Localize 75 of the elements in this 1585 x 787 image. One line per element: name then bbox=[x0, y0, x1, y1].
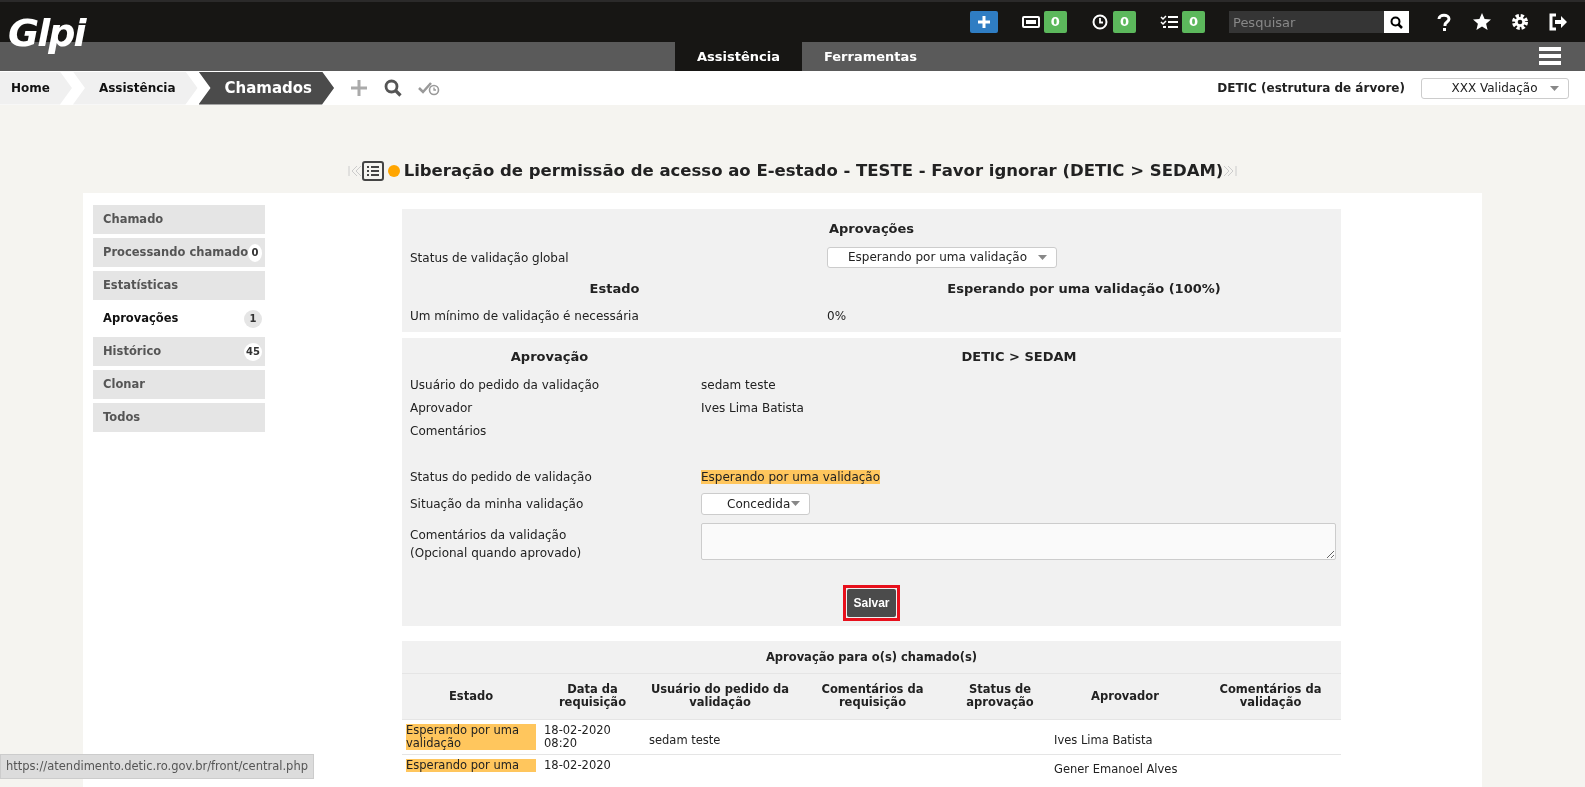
table-cell: 18-02-2020 bbox=[544, 758, 611, 773]
column-header: Aprovador bbox=[1050, 673, 1200, 720]
sidebar-tab[interactable]: Histórico 45 bbox=[93, 337, 265, 366]
field-label: Usuário do pedido da validação bbox=[410, 378, 600, 392]
logo[interactable]: Glpi bbox=[8, 14, 85, 52]
tab-count: 1 bbox=[244, 309, 262, 328]
field-hint: (Opcional quando aprovado) bbox=[410, 544, 583, 562]
status-dot-icon bbox=[386, 164, 401, 178]
validation-select[interactable]: Concedida bbox=[701, 492, 810, 515]
status-highlight: Esperando por uma bbox=[406, 759, 536, 773]
sidebar-tab[interactable]: Processando chamado 0 bbox=[93, 238, 265, 267]
field-label: Um mínimo de validação é necessária bbox=[410, 309, 639, 323]
column-header: Estado bbox=[402, 673, 540, 720]
save-button[interactable]: Salvar bbox=[847, 588, 896, 617]
table-cell: Gener Emanoel Alves bbox=[1054, 762, 1178, 777]
sidebar-tab[interactable]: Chamado bbox=[93, 205, 265, 234]
column-header: Comentários da validação bbox=[1200, 673, 1341, 720]
field-value: Ives Lima Batista bbox=[701, 401, 804, 415]
search-icon[interactable] bbox=[384, 79, 403, 97]
breadcrumb-link[interactable]: Home bbox=[0, 71, 72, 105]
table-cell: sedam teste bbox=[649, 732, 721, 747]
add-button[interactable] bbox=[969, 11, 998, 33]
status-highlight: Esperando por uma validação bbox=[701, 469, 881, 484]
profile-select[interactable]: XXX Validação bbox=[1421, 77, 1569, 99]
field-label: Status de validação global bbox=[410, 250, 569, 265]
clock-icon[interactable] bbox=[1090, 14, 1109, 30]
column-header: Usuário do pedido da validação bbox=[645, 673, 795, 720]
menu-icon[interactable] bbox=[1539, 47, 1561, 65]
ticket-title: Liberação de permissão de acesso ao E-estado - TESTE - Favor ignorar (DETIC > SEDAM) bbox=[403, 159, 1224, 182]
comment-field[interactable] bbox=[701, 522, 1336, 560]
entity-label: DETIC (estrutura de árvore) bbox=[1217, 80, 1405, 97]
field-label: Comentários bbox=[410, 424, 487, 438]
table-cell: 18-02-2020 08:20 bbox=[544, 722, 611, 750]
column-header: Data da requisição bbox=[540, 673, 645, 720]
field-value: 0% bbox=[827, 309, 847, 323]
logout-icon[interactable] bbox=[1548, 12, 1568, 32]
search-button[interactable] bbox=[1384, 11, 1409, 33]
settings-icon[interactable] bbox=[1510, 12, 1530, 32]
field-label: Aprovador bbox=[410, 401, 473, 415]
field-value: sedam teste bbox=[701, 378, 776, 392]
caret-icon bbox=[791, 500, 800, 506]
table-cell: Ives Lima Batista bbox=[1054, 732, 1153, 747]
menu-tab[interactable]: Assistência bbox=[675, 42, 802, 71]
breadcrumb-link[interactable]: Assistência bbox=[72, 71, 198, 105]
section-heading: Aprovações bbox=[827, 220, 916, 238]
caret-icon bbox=[1038, 255, 1047, 260]
column-heading: Estado bbox=[589, 280, 640, 296]
search-icon bbox=[1390, 15, 1403, 29]
ticket-icon[interactable] bbox=[1021, 14, 1040, 30]
status-highlight: Esperando por uma validação bbox=[406, 723, 536, 751]
field-label: Status do pedido de validação bbox=[410, 469, 592, 484]
plus-icon bbox=[976, 15, 991, 29]
status-url: https://atendimento.detic.ro.gov.br/front/central.php bbox=[0, 753, 314, 779]
field-label: Comentários da validação bbox=[410, 526, 568, 544]
sidebar-tab[interactable]: Clonar bbox=[93, 370, 265, 399]
field-label: Situação da minha validação bbox=[410, 496, 584, 511]
column-header: Comentários da requisição bbox=[795, 673, 950, 720]
sidebar-tab[interactable]: Estatísticas bbox=[93, 271, 265, 300]
section-heading: DETIC > SEDAM bbox=[961, 349, 1077, 364]
caret-icon bbox=[1550, 85, 1559, 91]
menu-tab[interactable]: Ferramentas bbox=[801, 42, 940, 71]
check-clock-icon[interactable] bbox=[418, 80, 441, 96]
breadcrumb-link[interactable]: Chamados bbox=[198, 71, 335, 105]
sidebar-tab[interactable]: Todos bbox=[93, 403, 265, 432]
star-icon[interactable] bbox=[1472, 12, 1492, 32]
table-title: Aprovação para o(s) chamado(s) bbox=[402, 640, 1341, 674]
status-select[interactable]: Esperando por uma validação bbox=[827, 247, 1057, 268]
section-heading: Aprovação bbox=[510, 349, 589, 364]
tab-count: 45 bbox=[244, 342, 262, 361]
tab-count: 0 bbox=[248, 243, 262, 262]
column-heading: Esperando por uma validação (100%) bbox=[947, 280, 1221, 296]
search-field[interactable]: Pesquisar bbox=[1229, 11, 1384, 33]
checklist-icon[interactable] bbox=[1159, 14, 1178, 30]
column-header: Status de aprovação bbox=[950, 673, 1050, 720]
list-icon bbox=[361, 161, 384, 181]
